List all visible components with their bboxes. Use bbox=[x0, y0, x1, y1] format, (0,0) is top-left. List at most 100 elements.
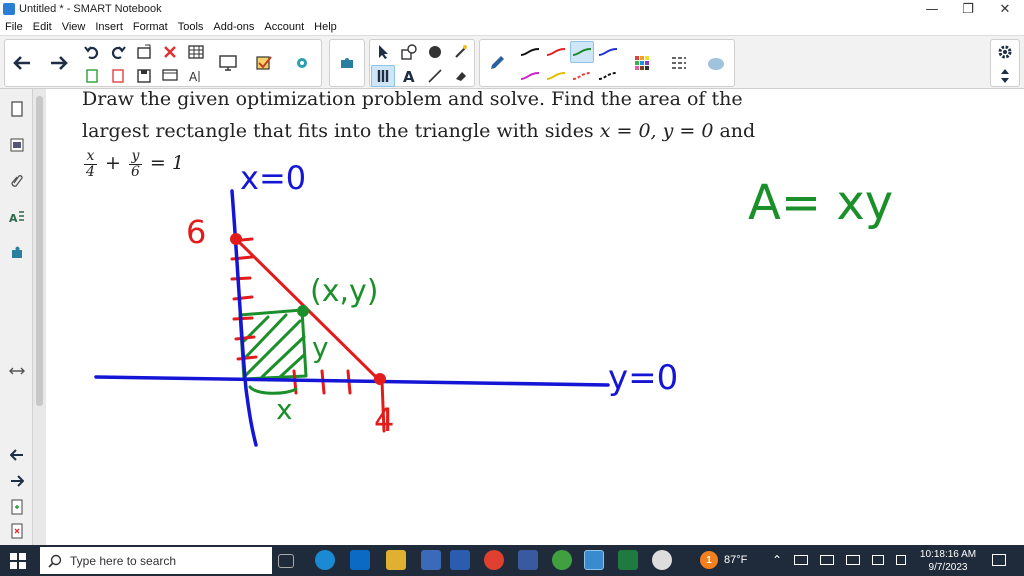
language-icon[interactable] bbox=[896, 555, 906, 565]
area-formula: A= xy bbox=[748, 175, 893, 231]
color-palette-button[interactable] bbox=[630, 52, 654, 74]
screen-shade-button[interactable] bbox=[158, 65, 182, 87]
open-file-button[interactable] bbox=[132, 41, 156, 63]
toolbar-group-tools: A bbox=[369, 39, 475, 87]
pen-color-black-dashed[interactable] bbox=[596, 65, 620, 87]
move-sidebar-button[interactable] bbox=[5, 359, 29, 383]
menu-file[interactable]: File bbox=[0, 21, 28, 33]
windows-start-icon[interactable] bbox=[10, 553, 26, 569]
edge-icon[interactable] bbox=[315, 550, 335, 570]
shapes-tool-button[interactable] bbox=[397, 41, 421, 63]
sidebar-previous-page[interactable] bbox=[5, 443, 29, 467]
fill-effects-button[interactable] bbox=[704, 52, 728, 74]
addons-tab[interactable] bbox=[5, 241, 29, 265]
fill-tool-button[interactable] bbox=[423, 41, 447, 63]
corner-point bbox=[297, 305, 309, 317]
save-button[interactable] bbox=[132, 65, 156, 87]
sidebar-add-page[interactable] bbox=[5, 495, 29, 519]
menu-view[interactable]: View bbox=[57, 21, 91, 33]
menu-add-ons[interactable]: Add-ons bbox=[208, 21, 259, 33]
page-scrollbar-thumb[interactable] bbox=[36, 96, 43, 406]
undo-button[interactable] bbox=[80, 41, 104, 63]
menu-tools[interactable]: Tools bbox=[173, 21, 209, 33]
taskbar-search-box[interactable]: Type here to search bbox=[40, 547, 272, 574]
pen-color-green[interactable] bbox=[570, 41, 594, 63]
pen-app-icon[interactable] bbox=[652, 550, 672, 570]
teams-icon[interactable] bbox=[518, 550, 538, 570]
menu-insert[interactable]: Insert bbox=[90, 21, 128, 33]
pen-color-yellow[interactable] bbox=[544, 65, 568, 87]
pen-color-black[interactable] bbox=[518, 41, 542, 63]
paste-button[interactable] bbox=[80, 65, 104, 87]
pen-tool-button[interactable] bbox=[371, 65, 395, 87]
text-format-icon: A bbox=[189, 70, 200, 83]
left-right-arrows-icon bbox=[9, 367, 25, 375]
select-tool-button[interactable] bbox=[371, 41, 395, 63]
cut-button[interactable] bbox=[106, 65, 130, 87]
menu-format[interactable]: Format bbox=[128, 21, 173, 33]
file-explorer-icon[interactable] bbox=[386, 550, 406, 570]
pen-color-blue[interactable] bbox=[596, 41, 620, 63]
redo-icon bbox=[111, 46, 126, 60]
smart-notebook-app-icon bbox=[3, 3, 15, 15]
table-button[interactable] bbox=[184, 41, 208, 63]
task-view-icon[interactable] bbox=[278, 554, 294, 568]
notebook-canvas[interactable]: Draw the given optimization problem and … bbox=[46, 89, 1024, 545]
restore-button[interactable]: ❐ bbox=[950, 0, 986, 18]
undo-icon bbox=[84, 46, 99, 60]
pen-type-button[interactable] bbox=[485, 52, 509, 74]
gallery-tab[interactable] bbox=[5, 133, 29, 157]
word-icon[interactable] bbox=[450, 550, 470, 570]
left-sidebar: A bbox=[0, 89, 33, 545]
menu-account[interactable]: Account bbox=[259, 21, 309, 33]
wifi-icon[interactable] bbox=[846, 555, 860, 565]
search-placeholder: Type here to search bbox=[70, 553, 177, 568]
properties-icon: A bbox=[9, 211, 24, 224]
volume-icon[interactable] bbox=[872, 555, 884, 565]
pen-color-red[interactable] bbox=[544, 41, 568, 63]
pen-color-red-dashed[interactable] bbox=[570, 65, 594, 87]
chrome-icon[interactable] bbox=[484, 550, 504, 570]
weather-temp[interactable]: 87°F bbox=[724, 554, 747, 566]
line-tool-button[interactable] bbox=[423, 65, 447, 87]
addons-button[interactable] bbox=[290, 52, 314, 74]
tray-chevron-up-icon[interactable]: ⌃ bbox=[772, 553, 782, 567]
line-style-button[interactable] bbox=[667, 52, 691, 74]
excel-icon[interactable] bbox=[618, 550, 638, 570]
redo-button[interactable] bbox=[106, 41, 130, 63]
toolbar-position-button[interactable] bbox=[993, 65, 1017, 87]
settings-button[interactable] bbox=[993, 41, 1017, 63]
pen-color-magenta[interactable] bbox=[518, 65, 542, 87]
network-icon[interactable] bbox=[794, 555, 808, 565]
menu-help[interactable]: Help bbox=[309, 21, 342, 33]
minimize-button[interactable]: — bbox=[914, 0, 950, 18]
sidebar-delete-page[interactable] bbox=[5, 519, 29, 543]
onedrive-icon[interactable] bbox=[820, 555, 834, 565]
smart-notebook-taskbar-icon[interactable] bbox=[584, 550, 604, 570]
toolbar-group-pens bbox=[479, 39, 735, 87]
text-format-button[interactable]: A bbox=[184, 65, 208, 87]
magic-pen-button[interactable] bbox=[449, 41, 473, 63]
menu-edit[interactable]: Edit bbox=[28, 21, 57, 33]
eraser-tool-button[interactable] bbox=[449, 65, 473, 87]
close-button[interactable]: ✕ bbox=[987, 0, 1023, 18]
properties-tab[interactable]: A bbox=[5, 205, 29, 229]
delete-button[interactable] bbox=[158, 41, 182, 63]
ms-store-icon[interactable] bbox=[421, 550, 441, 570]
response-button[interactable] bbox=[252, 52, 276, 74]
attachments-tab[interactable] bbox=[5, 169, 29, 193]
next-page-button[interactable] bbox=[47, 52, 71, 74]
text-tool-button[interactable]: A bbox=[397, 65, 421, 87]
chrome-profile-icon[interactable] bbox=[552, 550, 572, 570]
taskbar-clock[interactable]: 10:18:16 AM 9/7/2023 bbox=[912, 548, 984, 574]
text-a-icon: A bbox=[403, 68, 415, 84]
previous-page-button[interactable] bbox=[10, 52, 34, 74]
notifications-icon[interactable] bbox=[992, 554, 1006, 566]
screen-capture-button[interactable] bbox=[216, 52, 240, 74]
outlook-icon[interactable] bbox=[350, 550, 370, 570]
weather-icon[interactable]: 1 bbox=[700, 551, 718, 569]
gallery-button[interactable] bbox=[335, 52, 359, 74]
page-sorter-tab[interactable] bbox=[5, 97, 29, 121]
eraser-icon bbox=[456, 72, 466, 81]
sidebar-next-page[interactable] bbox=[5, 469, 29, 493]
